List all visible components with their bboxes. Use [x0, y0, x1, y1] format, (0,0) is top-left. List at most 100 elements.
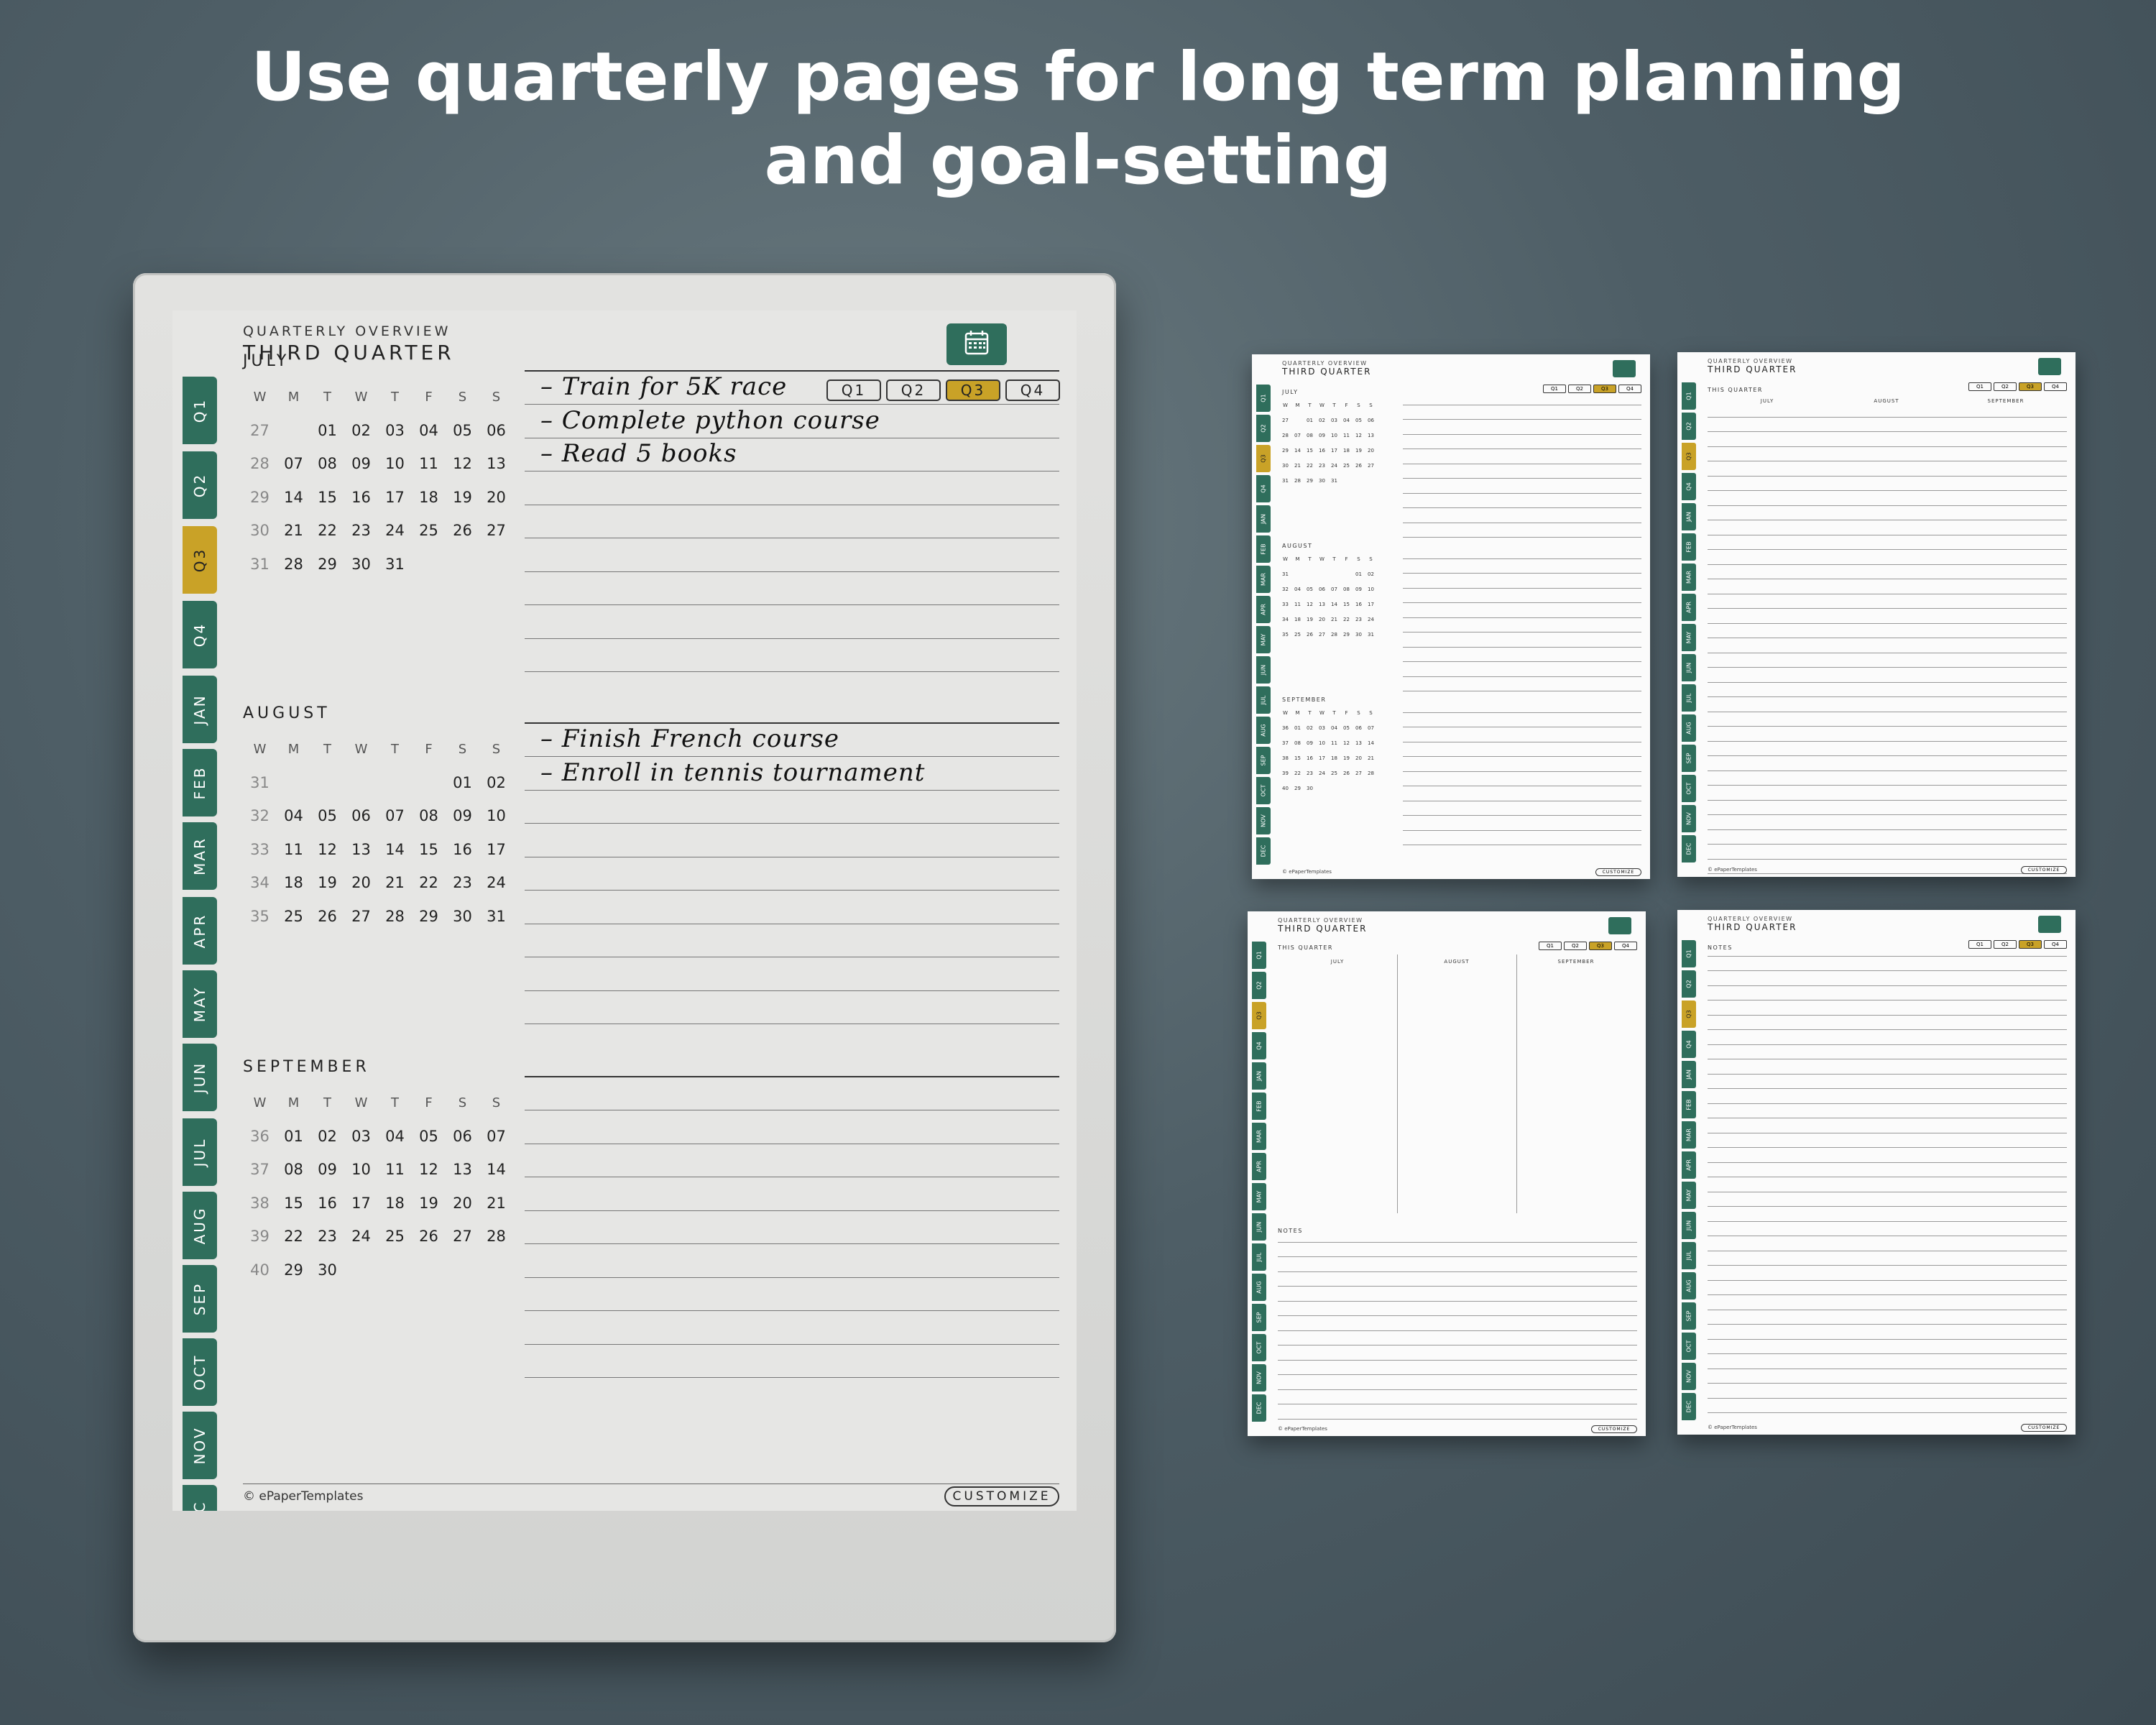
day-cell[interactable]: 18	[378, 1195, 412, 1212]
day-cell[interactable]: 04	[412, 422, 446, 439]
side-tab-aug[interactable]: AUG	[183, 1192, 217, 1259]
note-line[interactable]: – Train for 5K race	[525, 372, 1059, 405]
day-cell[interactable]: 30	[344, 556, 378, 573]
note-line[interactable]	[525, 857, 1059, 891]
side-tab-q4[interactable]: Q4	[183, 601, 217, 668]
day-cell[interactable]: 09	[310, 1161, 344, 1178]
note-line[interactable]	[525, 957, 1059, 991]
day-cell[interactable]: 04	[378, 1128, 412, 1145]
day-cell[interactable]: 05	[412, 1128, 446, 1145]
note-line[interactable]: – Read 5 books	[525, 438, 1059, 472]
day-cell[interactable]: 14	[378, 841, 412, 858]
side-tab-sep[interactable]: SEP	[183, 1265, 217, 1333]
note-line[interactable]	[525, 791, 1059, 824]
day-cell[interactable]: 20	[446, 1195, 479, 1212]
day-cell[interactable]: 01	[446, 774, 479, 791]
day-cell[interactable]: 06	[479, 422, 513, 439]
day-cell[interactable]: 23	[446, 874, 479, 891]
day-cell[interactable]: 07	[378, 807, 412, 824]
side-tab-may[interactable]: MAY	[183, 970, 217, 1038]
side-tab-nov[interactable]: NOV	[183, 1412, 217, 1479]
day-cell[interactable]: 25	[277, 908, 310, 925]
side-tab-jul[interactable]: JUL	[183, 1118, 217, 1186]
day-cell[interactable]: 02	[310, 1128, 344, 1145]
day-cell[interactable]: 08	[277, 1161, 310, 1178]
day-cell[interactable]: 29	[412, 908, 446, 925]
note-line[interactable]	[525, 1110, 1059, 1144]
side-tab-mar[interactable]: MAR	[183, 822, 217, 890]
side-tab-q1[interactable]: Q1	[183, 377, 217, 444]
day-cell[interactable]: 08	[412, 807, 446, 824]
day-cell[interactable]: 12	[412, 1161, 446, 1178]
day-cell[interactable]: 24	[378, 522, 412, 539]
day-cell[interactable]: 15	[310, 489, 344, 506]
day-cell[interactable]: 27	[446, 1228, 479, 1245]
side-tab-jan[interactable]: JAN	[183, 676, 217, 743]
day-cell[interactable]: 05	[310, 807, 344, 824]
side-tab-feb[interactable]: FEB	[183, 749, 217, 816]
day-cell[interactable]: 16	[446, 841, 479, 858]
day-cell[interactable]: 10	[378, 455, 412, 472]
note-line[interactable]	[525, 1211, 1059, 1244]
day-cell[interactable]: 13	[479, 455, 513, 472]
day-cell[interactable]: 12	[310, 841, 344, 858]
day-cell[interactable]: 30	[446, 908, 479, 925]
note-line[interactable]	[525, 991, 1059, 1024]
day-cell[interactable]: 29	[310, 556, 344, 573]
note-line[interactable]	[525, 338, 1059, 372]
day-cell[interactable]: 23	[310, 1228, 344, 1245]
day-cell[interactable]: 11	[277, 841, 310, 858]
day-cell[interactable]: 22	[310, 522, 344, 539]
day-cell[interactable]: 28	[277, 556, 310, 573]
note-line[interactable]	[525, 505, 1059, 538]
side-tab-q2[interactable]: Q2	[183, 451, 217, 519]
day-cell[interactable]: 20	[344, 874, 378, 891]
note-line[interactable]	[525, 538, 1059, 572]
day-cell[interactable]: 18	[277, 874, 310, 891]
day-cell[interactable]: 15	[277, 1195, 310, 1212]
day-cell[interactable]: 12	[446, 455, 479, 472]
note-line[interactable]	[525, 1244, 1059, 1278]
day-cell[interactable]: 11	[378, 1161, 412, 1178]
day-cell[interactable]: 22	[277, 1228, 310, 1245]
day-cell[interactable]: 26	[310, 908, 344, 925]
note-line[interactable]	[525, 690, 1059, 724]
day-cell[interactable]: 02	[479, 774, 513, 791]
note-line[interactable]: – Enroll in tennis tournament	[525, 757, 1059, 791]
day-cell[interactable]: 06	[446, 1128, 479, 1145]
day-cell[interactable]: 25	[378, 1228, 412, 1245]
day-cell[interactable]: 09	[344, 455, 378, 472]
day-cell[interactable]: 28	[378, 908, 412, 925]
day-cell[interactable]: 17	[344, 1195, 378, 1212]
day-cell[interactable]: 16	[310, 1195, 344, 1212]
day-cell[interactable]: 04	[277, 807, 310, 824]
day-cell[interactable]: 18	[412, 489, 446, 506]
day-cell[interactable]: 19	[310, 874, 344, 891]
day-cell[interactable]: 28	[479, 1228, 513, 1245]
day-cell[interactable]: 24	[479, 874, 513, 891]
day-cell[interactable]: 06	[344, 807, 378, 824]
day-cell[interactable]: 24	[344, 1228, 378, 1245]
day-cell[interactable]: 21	[277, 522, 310, 539]
note-line[interactable]	[525, 1311, 1059, 1345]
day-cell[interactable]: 26	[412, 1228, 446, 1245]
note-line[interactable]	[525, 1345, 1059, 1378]
day-cell[interactable]: 21	[479, 1195, 513, 1212]
note-line[interactable]	[525, 639, 1059, 672]
day-cell[interactable]: 14	[479, 1161, 513, 1178]
day-cell[interactable]: 03	[344, 1128, 378, 1145]
side-tab-jun[interactable]: JUN	[183, 1044, 217, 1111]
note-line[interactable]	[525, 1044, 1059, 1077]
day-cell[interactable]: 13	[344, 841, 378, 858]
day-cell[interactable]: 25	[412, 522, 446, 539]
note-line[interactable]	[525, 891, 1059, 924]
day-cell[interactable]: 26	[446, 522, 479, 539]
day-cell[interactable]: 15	[412, 841, 446, 858]
note-line[interactable]	[525, 1278, 1059, 1311]
day-cell[interactable]: 17	[479, 841, 513, 858]
day-cell[interactable]: 17	[378, 489, 412, 506]
note-line[interactable]	[525, 572, 1059, 605]
day-cell[interactable]: 31	[479, 908, 513, 925]
note-line[interactable]	[525, 924, 1059, 957]
day-cell[interactable]: 07	[277, 455, 310, 472]
